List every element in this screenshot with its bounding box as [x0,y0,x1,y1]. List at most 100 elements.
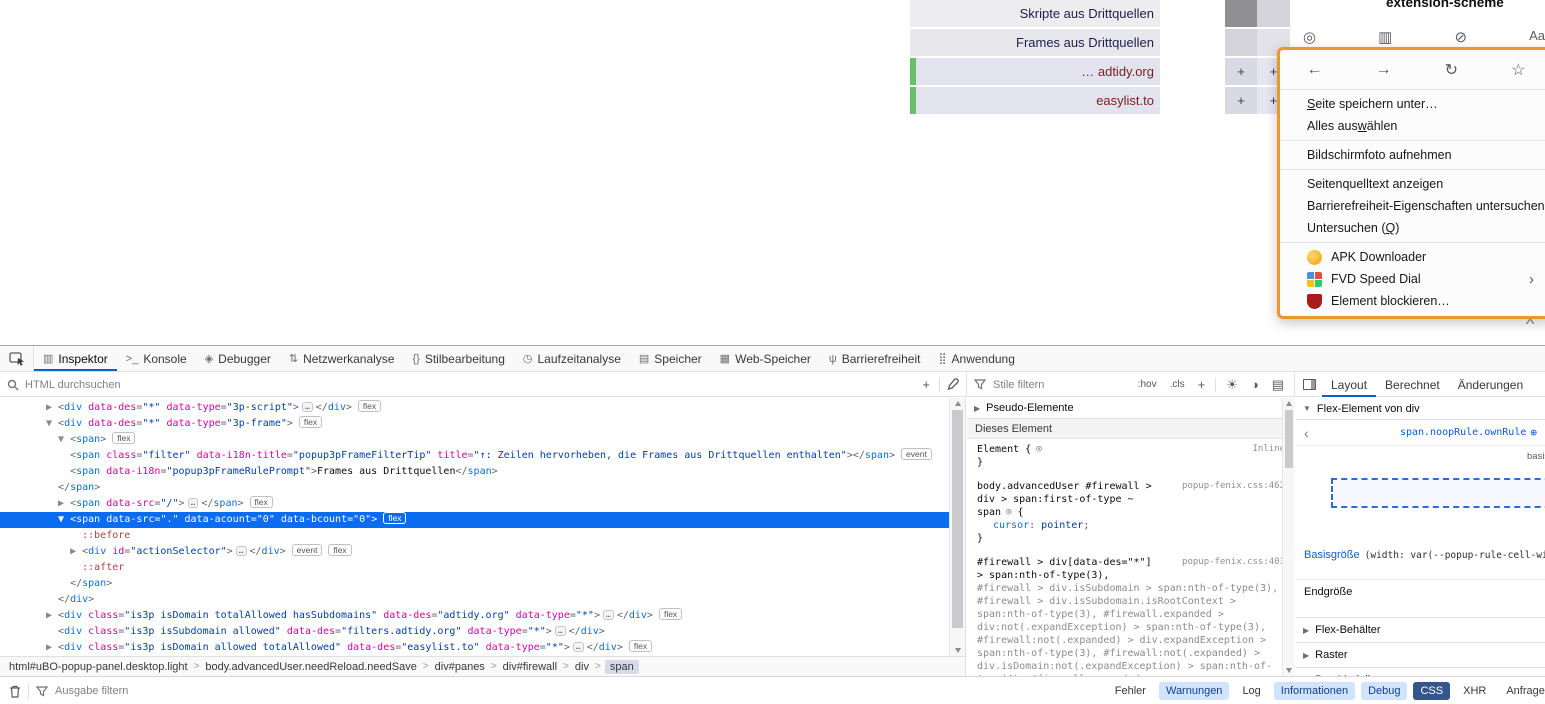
menu-item-seite-speichern-unter[interactable]: Seite speichern unter… [1280,93,1545,115]
markup-line[interactable]: <div class="is3p isSubdomain allowed" da… [0,624,965,640]
twisty-icon[interactable]: ▶ [1303,626,1309,635]
console-filter-debug[interactable]: Debug [1361,682,1407,700]
flex-badge[interactable]: flex [629,640,652,652]
pick-element-button[interactable] [0,346,34,371]
flex-badge[interactable]: flex [299,416,322,428]
tab-anwendung[interactable]: ⣿Anwendung [929,346,1023,371]
flex-badge[interactable]: flex [250,496,273,508]
tab-web-speicher[interactable]: ▦Web-Speicher [711,346,820,371]
selector-line[interactable]: div > span:first-of-type ~ [977,493,1134,506]
forward-icon[interactable]: → [1376,61,1392,79]
breadcrumb-item[interactable]: div#firewall [501,660,559,674]
bookmark-icon[interactable]: ☆ [1511,60,1525,80]
cosmetic-filtering-off-icon[interactable]: ⊘ [1454,28,1467,46]
markup-line[interactable]: ::after [0,560,965,576]
console-filter-informationen[interactable]: Informationen [1274,682,1355,700]
breadcrumb-item[interactable]: html#uBO-popup-panel.desktop.light [7,660,190,674]
show-more-ellipsis[interactable]: … [236,546,247,556]
eyedropper-icon[interactable] [946,378,959,391]
twisty-icon[interactable]: ▼ [46,514,70,525]
tab-barrierefreiheit[interactable]: ψBarrierefreiheit [820,346,930,371]
event-badge[interactable]: event [292,544,323,556]
twisty-icon[interactable]: ▶ [1303,651,1309,660]
markup-line[interactable]: </div> [0,592,965,608]
console-filter-fehler[interactable]: Fehler [1108,682,1153,700]
add-node-button[interactable]: + [919,377,933,392]
event-badge[interactable]: event [901,448,932,460]
selector-line[interactable]: #firewall:not(.expanded) > div.expandExc… [977,634,1285,647]
markup-line[interactable]: ::before [0,528,965,544]
pseudo-elements-header[interactable]: ▶ Pseudo-Elemente [967,398,1294,419]
show-more-ellipsis[interactable]: … [188,498,199,508]
markup-line[interactable]: ▶ <div data-des="*" data-type="3p-script… [0,400,965,416]
prev-flex-item-button[interactable]: ‹ [1304,425,1309,441]
scroll-up-arrow-icon[interactable] [955,401,961,406]
firewall-rule-cell[interactable]: + [1225,58,1257,85]
tab-speicher[interactable]: ▤Speicher [630,346,711,371]
flex-badge[interactable]: flex [358,400,381,412]
scrollbar-thumb[interactable] [952,410,963,628]
stylesheet-link[interactable]: popup-fenix.css:403 [1182,556,1285,569]
selector-line[interactable]: > span:nth-of-type(3), [977,569,1285,582]
section-box-modell[interactable]: ▶Box-Modell [1296,667,1545,676]
remote-fonts-icon[interactable]: Aa [1529,28,1545,46]
selector-line[interactable]: div.isDomain:not(.expandException) > spa… [977,660,1285,673]
class-toggle-button[interactable]: .cls [1167,378,1188,391]
breadcrumb-item[interactable]: div#panes [433,660,487,674]
back-icon[interactable]: ← [1307,61,1323,79]
section-raster[interactable]: ▶Raster [1296,642,1545,667]
breadcrumb-item[interactable]: body.advancedUser.needReload.needSave [203,660,418,674]
flex-item-selector[interactable]: span.noopRule.ownRule [1400,427,1526,438]
show-more-ellipsis[interactable]: … [603,610,614,620]
flex-item-header[interactable]: ▼ Flex-Element von div [1296,398,1545,420]
scroll-up-arrow-icon[interactable] [1286,401,1292,406]
show-more-ellipsis[interactable]: … [573,642,584,652]
markup-line[interactable]: </span> [0,576,965,592]
style-filter-input[interactable] [993,379,1128,391]
selector-line[interactable]: span [977,506,1001,519]
menu-item-bildschirmfoto-aufnehmen[interactable]: Bildschirmfoto aufnehmen [1280,144,1545,166]
menu-item-alles-auswahlen[interactable]: Alles auswählen [1280,115,1545,137]
hover-pseudo-button[interactable]: :hov [1135,378,1160,391]
chevron-up-icon[interactable]: ^ [1525,318,1535,330]
menu-item-fvd-speed-dial[interactable]: FVD Speed Dial› [1280,268,1545,290]
selector-line[interactable]: span:nth-of-type(3), #firewall.expanded … [977,608,1285,621]
scrollbar-thumb[interactable] [1285,410,1293,468]
markup-line[interactable]: ▶ <div class="is3p isDomain totalAllowed… [0,608,965,624]
element-selector[interactable]: Element { [977,443,1031,456]
tab-konsole[interactable]: >_Konsole [117,346,196,371]
selector-line[interactable]: body.advancedUser #firewall > [977,480,1152,493]
firewall-rule-cell[interactable] [1257,0,1290,27]
twisty-icon[interactable]: ▶ [974,404,980,413]
add-rule-button[interactable]: + [1195,377,1209,392]
menu-item-barrierefreiheit-eigenschaften-untersuchen[interactable]: Barrierefreiheit-Eigenschaften untersuch… [1280,195,1545,217]
twisty-icon[interactable]: ▶ [46,610,58,621]
twisty-icon[interactable]: ▶ [46,498,70,509]
base-size-label[interactable]: Basisgröße [1304,549,1360,561]
menu-item-seitenquelltext-anzeigen[interactable]: Seitenquelltext anzeigen [1280,173,1545,195]
console-filter-log[interactable]: Log [1235,682,1267,700]
tab-anderungen[interactable]: Änderungen [1449,373,1532,397]
console-filter-anfragen[interactable]: Anfragen [1499,682,1545,700]
selector-line[interactable]: #firewall > div[data-des="*"] [977,556,1152,569]
flex-badge[interactable]: flex [659,608,682,620]
firewall-rule-cell[interactable]: + [1225,87,1257,114]
menu-item-element-blockieren[interactable]: Element blockieren… [1280,290,1545,312]
markup-line[interactable]: ▼ <div data-des="*" data-type="3p-frame"… [0,416,965,432]
scroll-down-arrow-icon[interactable] [955,648,961,653]
selector-highlighter-icon[interactable]: ◎ [1036,443,1041,456]
show-more-ellipsis[interactable]: … [555,626,566,636]
tab-stilbearbeitung[interactable]: {}Stilbearbeitung [403,346,513,371]
tab-inspektor[interactable]: ▥Inspektor [34,346,117,371]
menu-item-untersuchen-q[interactable]: Untersuchen (Q) [1280,217,1545,239]
tab-netzwerkanalyse[interactable]: ⇅Netzwerkanalyse [280,346,404,371]
html-search-input[interactable] [25,379,913,391]
dock-sidebar-icon[interactable] [1303,379,1316,390]
tab-laufzeitanalyse[interactable]: ◷Laufzeitanalyse [514,346,630,371]
markup-scrollbar[interactable] [949,398,965,656]
firewall-rule-cell[interactable] [1225,29,1257,56]
breadcrumb-item[interactable]: span [605,660,639,674]
selector-line[interactable]: #firewall > div.isSubdomain > span:nth-o… [977,582,1285,595]
flex-badge[interactable]: flex [383,512,406,524]
markup-line[interactable]: ▶ <div class="is3p isDomain allowed tota… [0,640,965,656]
